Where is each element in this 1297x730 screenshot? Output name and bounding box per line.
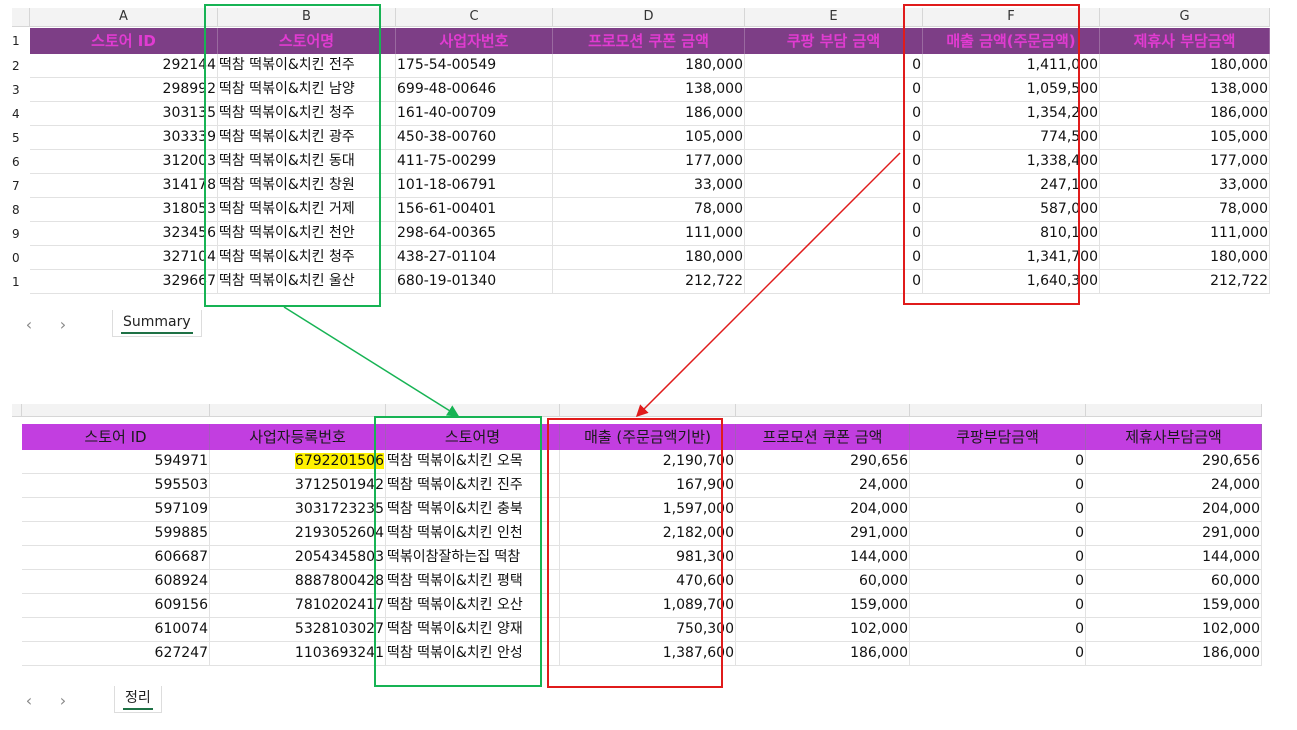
green-arrow: [283, 306, 460, 417]
red-arrow: [635, 152, 901, 418]
annotation-arrows: [283, 152, 901, 418]
